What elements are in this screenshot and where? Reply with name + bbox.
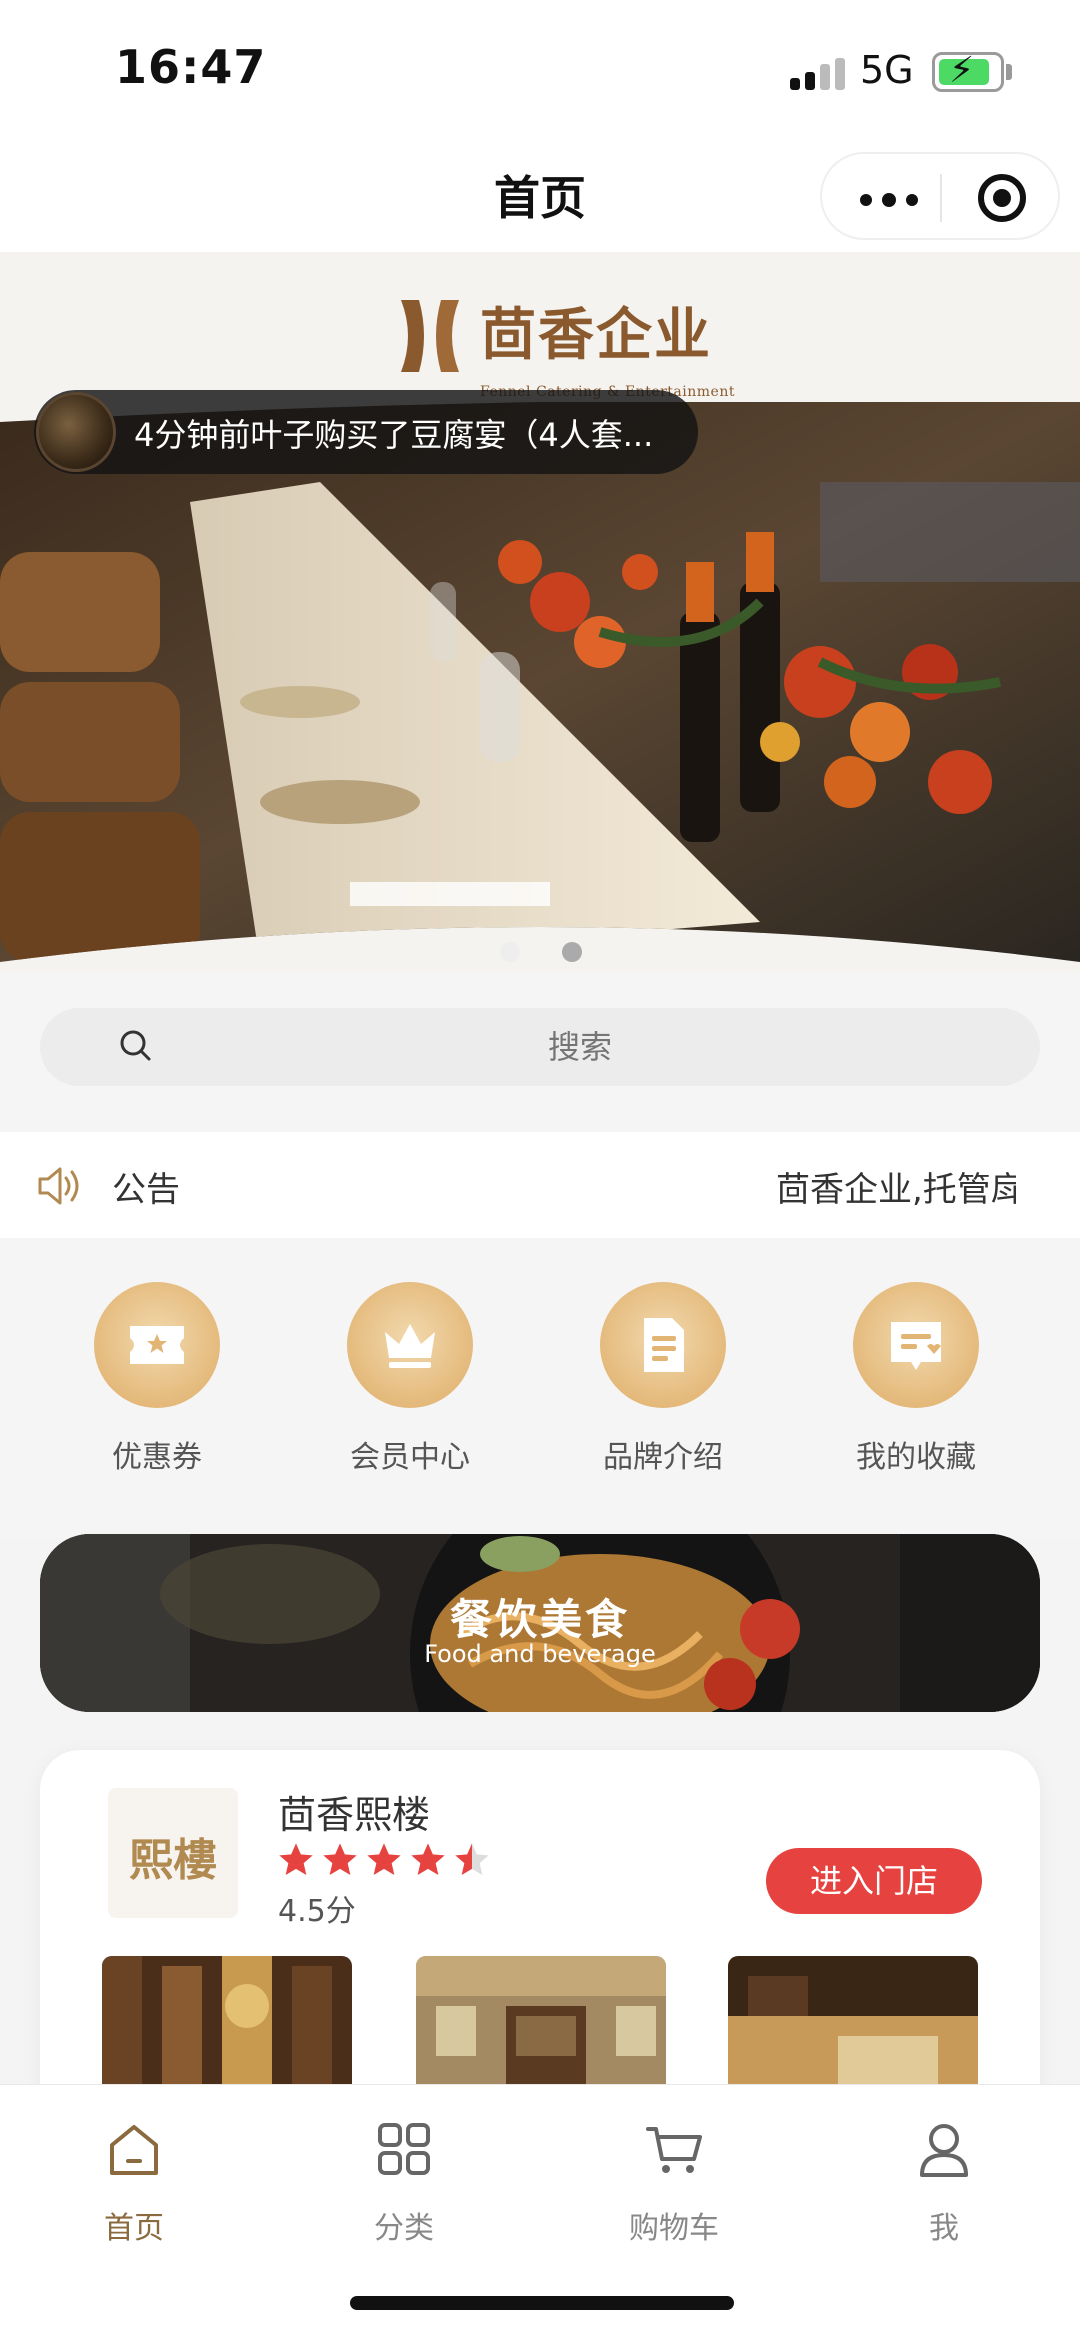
- star-icon: [323, 1843, 357, 1875]
- favorite-icon: [891, 1322, 941, 1370]
- speaker-icon: [38, 1167, 79, 1205]
- avatar: [36, 392, 116, 472]
- carousel-dot[interactable]: [500, 942, 520, 962]
- banner-carousel[interactable]: 茴香企业 Fennel Catering & Entertainment: [0, 252, 1080, 972]
- battery-icon: ⚡: [932, 51, 1004, 92]
- tab-label: 分类: [374, 2211, 434, 2246]
- signal-icon: [790, 58, 846, 90]
- half-star-icon: [455, 1843, 489, 1875]
- quick-link-label: 品牌介绍: [603, 1440, 723, 1475]
- app-root: 16:47 5G ⚡ 首页 茴香企业 Entertainment 4分钟前叶子购…: [0, 0, 1080, 2337]
- food-banner-subtitle: Food and beverage: [424, 1640, 656, 1668]
- document-icon: [644, 1318, 684, 1372]
- cart-icon: [646, 2127, 702, 2173]
- quick-link-brand-circle: [600, 1282, 726, 1408]
- tab-home[interactable]: 首页: [34, 2119, 234, 2259]
- battery-tip: [1006, 64, 1012, 80]
- network-type: 5G: [860, 48, 914, 92]
- carousel-indicator: [0, 942, 1080, 962]
- food-banner-title: 餐饮美食: [449, 1595, 630, 1644]
- quick-link-favorites-circle: [853, 1282, 979, 1408]
- quick-link-label: 会员中心: [350, 1440, 470, 1475]
- search-icon: [120, 1030, 151, 1061]
- quick-link-coupon[interactable]: 优惠券: [60, 1282, 240, 1482]
- quick-link-brand[interactable]: 品牌介绍: [566, 1282, 746, 1482]
- quick-link-member[interactable]: 会员中心: [313, 1282, 493, 1482]
- more-icon[interactable]: [860, 193, 918, 207]
- purchase-toast: 4分钟前叶子购买了豆腐宴（4人套...: [34, 390, 698, 474]
- notice-text: 茴香企业,托管戽: [776, 1170, 1016, 1210]
- banner-image: [0, 402, 1080, 962]
- mini-program-capsule: [820, 152, 1060, 240]
- brand-logo: 茴香企业 Fennel Catering & Entertainment: [0, 286, 1080, 400]
- purchase-toast-text: 4分钟前叶子购买了豆腐宴（4人套...: [134, 416, 654, 454]
- star-icon: [411, 1843, 445, 1875]
- tab-label: 我: [929, 2211, 959, 2246]
- status-time: 16:47: [115, 40, 267, 94]
- close-target-icon[interactable]: [978, 174, 1026, 222]
- notice-bar[interactable]: 公告 茴香企业,托管戽: [0, 1132, 1080, 1238]
- store-logo: 熙樓: [108, 1788, 238, 1918]
- quick-link-label: 优惠券: [112, 1440, 202, 1475]
- quick-link-favorites[interactable]: 我的收藏: [819, 1282, 999, 1482]
- quick-links: 优惠券 会员中心 品牌介绍 我的收藏: [0, 1238, 1080, 1538]
- coupon-icon: [130, 1326, 184, 1364]
- star-icon: [367, 1843, 401, 1875]
- carousel-dot-active[interactable]: [562, 942, 582, 962]
- search-bar[interactable]: [40, 1008, 1040, 1086]
- quick-link-member-circle: [347, 1282, 473, 1408]
- home-indicator: [350, 2296, 734, 2310]
- tab-cart[interactable]: 购物车: [574, 2119, 774, 2259]
- nav-bar: 首页: [0, 140, 1080, 252]
- quick-link-label: 我的收藏: [856, 1440, 976, 1475]
- home-icon: [110, 2125, 158, 2175]
- quick-link-coupon-circle: [94, 1282, 220, 1408]
- notice-label: 公告: [112, 1170, 180, 1210]
- status-bar: 16:47 5G ⚡: [0, 0, 1080, 140]
- brand-mark-icon: [401, 300, 459, 372]
- category-icon: [378, 2123, 430, 2175]
- store-name: 茴香熙楼: [278, 1793, 431, 1837]
- search-section: [0, 972, 1080, 1132]
- search-input[interactable]: [180, 1020, 980, 1074]
- tab-label: 首页: [104, 2211, 164, 2246]
- store-score: 4.5分: [278, 1894, 356, 1929]
- food-category-banner[interactable]: 餐饮美食 Food and beverage: [40, 1534, 1040, 1712]
- star-icon: [279, 1843, 313, 1875]
- tab-category[interactable]: 分类: [304, 2119, 504, 2259]
- user-icon: [920, 2124, 968, 2177]
- store-logo-text: 熙樓: [129, 1835, 217, 1886]
- crown-icon: [385, 1324, 435, 1368]
- brand-name: 茴香企业: [480, 302, 712, 368]
- tab-label: 购物车: [629, 2211, 719, 2246]
- tab-me[interactable]: 我: [844, 2119, 1044, 2259]
- capsule-divider: [940, 174, 942, 222]
- enter-store-button[interactable]: 进入门店: [766, 1848, 982, 1914]
